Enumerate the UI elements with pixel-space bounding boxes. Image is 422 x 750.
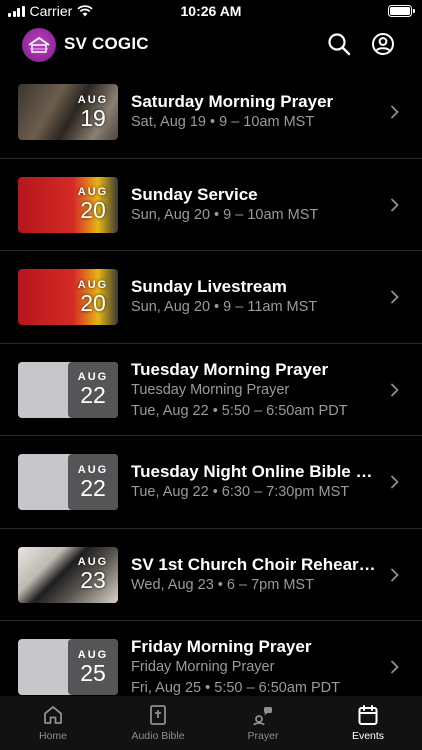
church-logo-icon xyxy=(28,36,50,53)
chevron-right-icon xyxy=(391,475,399,489)
event-datetime: Fri, Aug 25 • 5:50 – 6:50am PDT xyxy=(131,680,340,696)
home-icon xyxy=(40,702,66,728)
event-text: Tuesday Morning Prayer Tuesday Morning P… xyxy=(131,359,378,422)
event-text: Tuesday Night Online Bible St... Tue, Au… xyxy=(131,461,378,503)
chevron-right-icon xyxy=(391,568,399,581)
tab-label: Audio Bible xyxy=(131,730,185,742)
event-title: Tuesday Night Online Bible St... xyxy=(131,462,378,481)
date-badge: AUG 22 xyxy=(68,361,118,418)
event-thumbnail: AUG 20 xyxy=(18,176,118,233)
event-thumbnail: AUG 20 xyxy=(18,269,118,325)
event-datetime: Sun, Aug 20 • 9 – 10am MST xyxy=(131,206,319,223)
event-thumbnail: AUG 22 xyxy=(18,361,118,418)
date-month: AUG xyxy=(77,278,109,291)
tab-label: Home xyxy=(38,730,67,742)
event-title: Friday Morning Prayer xyxy=(131,637,312,656)
chevron-right-icon xyxy=(391,660,399,674)
tab-audio-bible[interactable]: Audio Bible xyxy=(118,702,198,742)
date-month: AUG xyxy=(77,648,109,661)
event-list: AUG 19 Saturday Morning Prayer Sat, Aug … xyxy=(0,66,422,696)
chevron-right-icon xyxy=(391,105,399,119)
event-row[interactable]: AUG 19 Saturday Morning Prayer Sat, Aug … xyxy=(0,66,422,159)
event-text: SV 1st Church Choir Rehearsal Wed, Aug 2… xyxy=(131,554,378,596)
date-day: 25 xyxy=(80,659,106,686)
account-button[interactable] xyxy=(369,30,397,58)
event-row[interactable]: AUG 22 Tuesday Morning Prayer Tuesday Mo… xyxy=(0,344,422,436)
tab-home[interactable]: Home xyxy=(13,702,93,742)
tab-bar: Home Audio Bible Prayer Events xyxy=(0,696,422,750)
app-title: SV COGIC xyxy=(64,34,149,53)
event-text: Sunday Livestream Sun, Aug 20 • 9 – 11am… xyxy=(131,276,378,318)
tab-events[interactable]: Events xyxy=(328,702,408,742)
event-title: Sunday Livestream xyxy=(131,277,287,296)
event-title: Sunday Service xyxy=(131,184,258,204)
event-row[interactable]: AUG 25 Friday Morning Prayer Friday Morn… xyxy=(0,621,422,696)
event-thumbnail: AUG 22 xyxy=(18,454,118,510)
event-thumbnail: AUG 25 xyxy=(18,639,118,695)
event-title: Tuesday Morning Prayer xyxy=(131,359,329,379)
chevron-right-icon xyxy=(391,198,399,211)
event-description: Tuesday Morning Prayer xyxy=(131,381,290,398)
date-month: AUG xyxy=(77,463,109,476)
battery-icon xyxy=(388,5,415,17)
event-datetime: Tue, Aug 22 • 5:50 – 6:50am PDT xyxy=(131,402,348,419)
tab-label: Prayer xyxy=(247,730,279,742)
date-badge: AUG 20 xyxy=(68,177,118,233)
date-day: 19 xyxy=(80,104,106,131)
event-datetime: Wed, Aug 23 • 6 – 7pm MST xyxy=(131,576,314,593)
event-datetime: Sun, Aug 20 • 9 – 11am MST xyxy=(131,299,318,315)
date-badge: AUG 20 xyxy=(68,269,118,325)
status-time: 10:26 AM xyxy=(180,3,242,19)
date-badge: AUG 19 xyxy=(68,84,118,140)
event-title: Saturday Morning Prayer xyxy=(131,92,334,111)
event-description: Friday Morning Prayer xyxy=(131,659,275,675)
event-text: Sunday Service Sun, Aug 20 • 9 – 10am MS… xyxy=(131,184,378,226)
calendar-icon xyxy=(355,702,381,728)
date-month: AUG xyxy=(77,93,109,106)
event-datetime: Sat, Aug 19 • 9 – 10am MST xyxy=(131,114,315,130)
search-icon xyxy=(328,33,351,56)
search-button[interactable] xyxy=(325,30,353,58)
app-header: SV COGIC xyxy=(0,24,422,64)
account-icon xyxy=(372,33,394,55)
event-row[interactable]: AUG 22 Tuesday Night Online Bible St... … xyxy=(0,436,422,529)
tab-label: Events xyxy=(351,730,385,742)
chevron-right-icon xyxy=(391,290,399,304)
event-row[interactable]: AUG 23 SV 1st Church Choir Rehearsal Wed… xyxy=(0,529,422,621)
status-bar: Carrier 10:26 AM xyxy=(0,0,422,22)
event-text: Saturday Morning Prayer Sat, Aug 19 • 9 … xyxy=(131,91,378,133)
date-badge: AUG 25 xyxy=(68,639,118,695)
event-row[interactable]: AUG 20 Sunday Livestream Sun, Aug 20 • 9… xyxy=(0,251,422,344)
event-title: SV 1st Church Choir Rehearsal xyxy=(131,554,378,574)
date-day: 22 xyxy=(80,382,106,408)
chevron-right-icon xyxy=(391,383,399,396)
date-day: 20 xyxy=(80,289,106,316)
event-row[interactable]: AUG 20 Sunday Service Sun, Aug 20 • 9 – … xyxy=(0,159,422,251)
bible-icon xyxy=(145,702,171,728)
event-datetime: Tue, Aug 22 • 6:30 – 7:30pm MST xyxy=(131,484,350,500)
event-thumbnail: AUG 23 xyxy=(18,546,118,603)
church-logo[interactable] xyxy=(22,28,56,62)
event-thumbnail: AUG 19 xyxy=(18,84,118,140)
date-day: 22 xyxy=(80,474,106,501)
date-badge: AUG 23 xyxy=(68,547,118,603)
tab-prayer[interactable]: Prayer xyxy=(223,702,303,742)
prayer-icon xyxy=(250,702,276,728)
event-text: Friday Morning Prayer Friday Morning Pra… xyxy=(131,636,378,696)
date-badge: AUG 22 xyxy=(68,454,118,510)
date-day: 20 xyxy=(80,197,106,223)
date-day: 23 xyxy=(80,567,106,593)
